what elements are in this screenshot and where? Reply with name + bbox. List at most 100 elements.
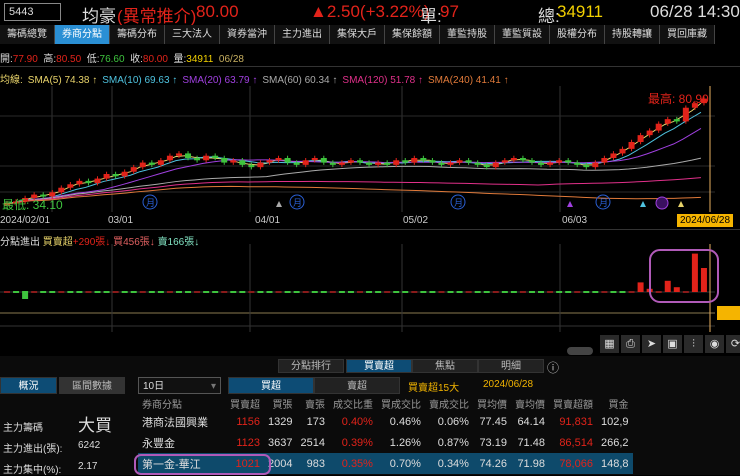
tab-range-data[interactable]: 區間數據	[59, 377, 125, 394]
table-cell: 3637	[268, 436, 293, 449]
table-cell: 0.06%	[437, 415, 469, 428]
chart-toolbar: ▦ ⎙ ➤ ▣ ⫶ ◉ ⟳	[600, 335, 740, 353]
table-cell: 148,8	[596, 453, 633, 474]
candle	[528, 160, 535, 163]
tab-12[interactable]: 買回庫藏	[660, 25, 715, 44]
buy-over-button[interactable]: 買超	[228, 377, 314, 394]
candle	[474, 162, 481, 165]
candle	[411, 158, 418, 163]
sma-line	[3, 111, 702, 204]
table-row[interactable]: 港商法國興業 1156 1329 173 0.40% 0.46% 0.06% 77.45 64.…	[138, 411, 633, 432]
candle	[420, 158, 427, 161]
table-cell: 74.26	[472, 453, 511, 474]
panel-tab-3[interactable]: 明細	[478, 359, 544, 373]
broker-sub-chart[interactable]	[0, 244, 740, 332]
net-bar	[175, 291, 182, 293]
table-cell: 77.45	[479, 415, 507, 428]
layout-icon[interactable]: ▣	[663, 335, 682, 353]
panel-tab-1[interactable]: 買賣超	[346, 359, 412, 373]
net-bar	[166, 291, 173, 293]
pointer-icon[interactable]: ➤	[642, 335, 661, 353]
tab-7[interactable]: 集保餘額	[385, 25, 440, 44]
tab-8[interactable]: 董監持股	[440, 25, 495, 44]
chevron-down-icon: ▾	[210, 381, 216, 392]
tab-2[interactable]: 籌碼分布	[110, 25, 165, 44]
refresh-icon[interactable]: ⟳	[726, 335, 740, 353]
tab-11[interactable]: 持股轉讓	[605, 25, 660, 44]
tab-6[interactable]: 集保大戶	[330, 25, 385, 44]
tab-overview[interactable]: 概況	[0, 377, 57, 394]
stock-code-input[interactable]	[4, 3, 61, 21]
column-header[interactable]: 買張	[264, 395, 296, 411]
tab-1[interactable]: 券商分點	[55, 25, 110, 44]
column-header[interactable]: 買金	[597, 395, 633, 411]
column-header[interactable]: 買賣超額	[549, 395, 597, 411]
candle	[637, 135, 644, 142]
column-header[interactable]: 賣成交比	[425, 395, 473, 411]
candle	[311, 158, 318, 161]
candle	[76, 180, 83, 185]
candle	[646, 130, 653, 136]
candle	[194, 158, 201, 161]
net-bar	[139, 291, 146, 293]
column-header[interactable]: 賣均價	[511, 395, 549, 411]
net-bar	[302, 291, 309, 293]
column-header[interactable]: 成交比重	[329, 395, 377, 411]
candle	[556, 160, 563, 163]
tab-9[interactable]: 董監質設	[495, 25, 550, 44]
table-row[interactable]: 永豐金 1123 3637 2514 0.39% 1.26% 0.87% 73.19 71.48…	[138, 432, 633, 453]
table-cell: 1329	[268, 415, 293, 428]
candle	[456, 160, 463, 163]
candle	[628, 142, 635, 149]
net-bar	[664, 280, 671, 292]
panel-tab-2[interactable]: 焦點	[412, 359, 478, 373]
tab-4[interactable]: 資券當沖	[220, 25, 275, 44]
stat-label: 主力進出(張):	[3, 444, 63, 455]
net-bar	[239, 291, 246, 293]
ohlc-row: 開:77.90 高:80.50 低:76.60 收:80.00 量:34911 …	[0, 50, 244, 65]
unit-volume: 97	[440, 2, 459, 21]
month-marker-icon: 月	[146, 198, 155, 208]
net-bar	[610, 291, 617, 293]
net-bar	[492, 291, 499, 293]
column-header[interactable]: 賣張	[296, 395, 328, 411]
panel-tab-0[interactable]: 分點排行	[278, 359, 344, 373]
event-triangle-icon	[640, 201, 646, 207]
net-bar	[700, 268, 707, 292]
indicator-icon[interactable]: ⫶	[684, 335, 703, 353]
column-header[interactable]: 買成交比	[377, 395, 425, 411]
tab-5[interactable]: 主力進出	[275, 25, 330, 44]
net-bar	[329, 291, 336, 293]
stat-value: 2.17	[78, 461, 98, 472]
net-bar	[628, 291, 635, 293]
net-bar	[203, 291, 210, 293]
tab-10[interactable]: 股權分布	[550, 25, 605, 44]
net-bar	[366, 291, 373, 293]
net-bar	[357, 291, 363, 293]
column-header[interactable]: 券商分點	[138, 395, 226, 411]
grid-search-icon[interactable]: ▦	[600, 335, 619, 353]
high-value: 80.50	[56, 54, 82, 65]
total-volume: 34911	[557, 2, 604, 21]
candle	[601, 158, 608, 163]
event-triangle-icon	[567, 201, 573, 207]
scroll-handle[interactable]	[567, 347, 593, 355]
net-bar	[94, 291, 101, 293]
candle	[275, 158, 282, 161]
sell-over-button[interactable]: 賣超	[314, 377, 400, 394]
tab-3[interactable]: 三大法人	[165, 25, 220, 44]
info-icon[interactable]: ⓘ	[547, 359, 559, 376]
price-chart[interactable]: 最高: 80.90 最低: 34.10 月 月 月 月	[0, 66, 740, 212]
table-cell: 73.19	[479, 436, 507, 449]
column-header[interactable]: 買賣超	[226, 395, 264, 411]
datetime: 06/28 14:30	[650, 2, 740, 21]
print-icon[interactable]: ⎙	[621, 335, 640, 353]
column-header[interactable]: 買均價	[473, 395, 511, 411]
tab-0[interactable]: 籌碼總覽	[0, 25, 55, 44]
net-bar	[402, 291, 409, 293]
period-select[interactable]: 10日 ▾	[138, 377, 221, 394]
table-cell: 港商法國興業	[142, 416, 208, 429]
candle	[203, 155, 210, 161]
eye-icon[interactable]: ◉	[705, 335, 724, 353]
candle	[438, 162, 445, 165]
